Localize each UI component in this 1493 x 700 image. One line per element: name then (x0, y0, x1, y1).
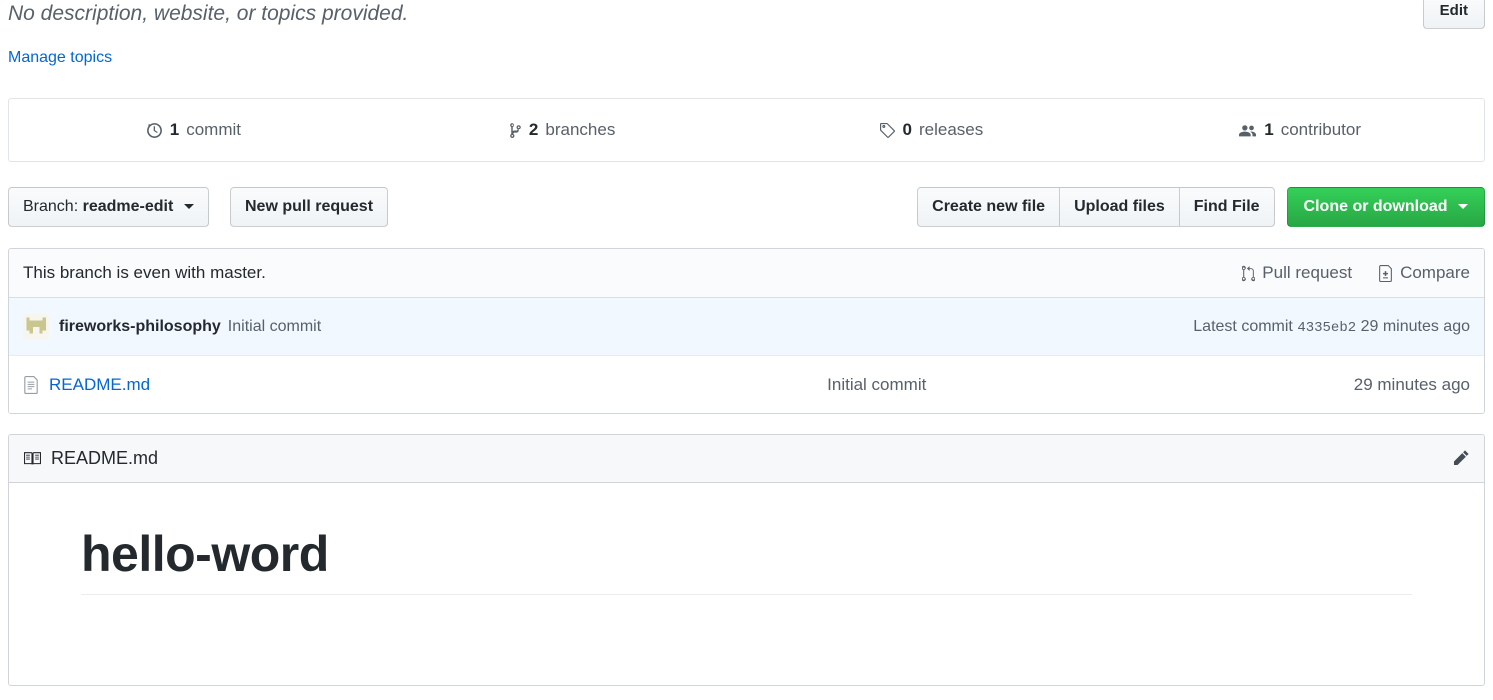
stat-contributors-label: contributor (1280, 120, 1362, 139)
stat-branches-count: 2 (528, 120, 539, 139)
repo-file-actions: Create new file Upload files Find File C… (917, 187, 1485, 227)
branch-name-label: readme-edit (82, 198, 174, 215)
table-row: README.md Initial commit 29 minutes ago (9, 356, 1484, 413)
upload-files-button[interactable]: Upload files (1059, 187, 1180, 227)
commit-message[interactable]: Initial commit (228, 318, 321, 336)
file-commit-message[interactable]: Initial commit (631, 375, 1123, 395)
file-list-box: This branch is even with master. Pull re… (8, 248, 1485, 414)
stat-branches[interactable]: 2 branches (378, 99, 747, 161)
book-icon (23, 450, 42, 467)
readme-content: hello-word (9, 483, 1484, 595)
stat-releases-count: 0 (902, 120, 912, 139)
stat-commits-count: 1 (169, 120, 180, 139)
readme-heading: hello-word (81, 527, 1412, 595)
commit-author[interactable]: fireworks-philosophy (59, 318, 221, 336)
branch-selector-button[interactable]: Branch: readme-edit (8, 187, 209, 227)
diff-file-icon (1378, 264, 1393, 282)
repo-description: No description, website, or topics provi… (8, 2, 409, 25)
stat-commits[interactable]: 1 commit (9, 99, 378, 161)
chevron-down-icon (183, 204, 194, 210)
stat-branches-label: branches (545, 120, 616, 139)
branch-prefix-label: Branch: (23, 198, 79, 215)
readme-header: README.md (9, 435, 1484, 483)
readme-box: README.md hello-word (8, 434, 1485, 686)
latest-commit-time: 29 minutes ago (1360, 317, 1470, 335)
file-commit-time: 29 minutes ago (1353, 374, 1470, 394)
readme-title: README.md (51, 448, 159, 468)
pencil-icon[interactable] (1451, 449, 1470, 468)
tag-icon (879, 122, 896, 139)
repo-description-row: No description, website, or topics provi… (8, 0, 1485, 44)
find-file-button[interactable]: Find File (1178, 187, 1275, 227)
file-name-cell: README.md (23, 375, 631, 395)
file-icon (23, 375, 39, 394)
new-pull-request-button[interactable]: New pull request (230, 187, 389, 227)
compare-label: Compare (1400, 263, 1470, 282)
repo-stats-bar: 1 commit 2 branches 0 releases 1 contrib… (8, 98, 1485, 162)
history-icon (146, 122, 163, 139)
latest-commit-row: fireworks-philosophy Initial commit Late… (9, 298, 1484, 356)
clone-or-download-label: Clone or download (1303, 198, 1448, 215)
stat-releases-label: releases (918, 120, 984, 139)
commit-sha[interactable]: 4335eb2 (1297, 320, 1356, 336)
clone-or-download-button[interactable]: Clone or download (1286, 187, 1485, 227)
file-link-readme[interactable]: README.md (49, 375, 150, 395)
stat-releases[interactable]: 0 releases (747, 99, 1116, 161)
branch-status-message: This branch is even with master. (23, 263, 266, 282)
repository-page: No description, website, or topics provi… (0, 0, 1493, 700)
create-new-file-button[interactable]: Create new file (917, 187, 1061, 227)
stat-contributors-count: 1 (1264, 120, 1274, 139)
pull-request-link[interactable]: Pull request (1242, 263, 1352, 283)
edit-description-button[interactable]: Edit (1422, 0, 1485, 29)
chevron-down-icon (1458, 204, 1468, 210)
pull-request-label: Pull request (1262, 263, 1353, 282)
git-branch-icon (509, 122, 522, 139)
branch-status-links: Pull request Compare (1242, 263, 1470, 283)
branch-status-bar: This branch is even with master. Pull re… (9, 249, 1484, 298)
repo-actions-row: Branch: readme-edit New pull request Cre… (8, 187, 1485, 229)
latest-commit-meta: Latest commit 4335eb2 29 minutes ago (1193, 318, 1470, 336)
manage-topics-link[interactable]: Manage topics (8, 49, 112, 67)
compare-link[interactable]: Compare (1378, 263, 1470, 283)
stat-contributors[interactable]: 1 contributor (1115, 99, 1484, 161)
file-action-button-group: Create new file Upload files Find File (917, 187, 1275, 227)
latest-commit-label: Latest commit (1193, 317, 1293, 335)
people-icon (1238, 122, 1257, 139)
stat-commits-label: commit (186, 120, 241, 139)
git-pull-request-icon (1242, 265, 1256, 282)
avatar[interactable] (23, 313, 49, 340)
